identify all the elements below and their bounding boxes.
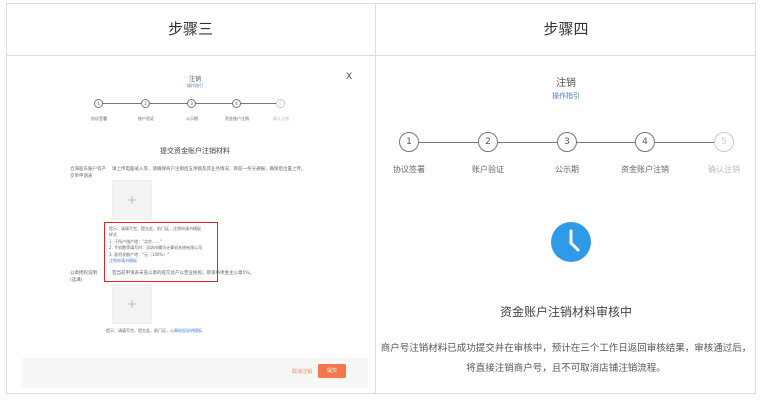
field2-tip-text: 提示：请填写完，提交此，前门证， xyxy=(106,328,170,333)
step-circle-4: 4 xyxy=(232,99,241,108)
guide-link[interactable]: 操作指引 xyxy=(22,83,368,89)
step-label-1: 协议签署 xyxy=(393,165,425,174)
hint-line-1: 提示：请填写完，提交此，前门证，注销申请书模板 xyxy=(109,226,201,231)
step-label-3: 公示期 xyxy=(555,165,579,174)
step-label-4: 资金账户注销 xyxy=(621,165,669,174)
step-circle-2: 2 xyxy=(141,99,150,108)
column-header-step4: 步骤四 xyxy=(543,20,589,38)
step-circle-1: 1 xyxy=(399,132,419,152)
step3-screenshot: 注销 操作指引 X 1 2 3 4 5 协议签署 账户验证 公示期 资金账户注销… xyxy=(22,62,368,388)
field2-label-line2: (选填) xyxy=(70,278,83,283)
step4-screenshot: 注销 操作指引 1 2 3 4 5 协议签署 账户验证 公示期 资金账户注销 确… xyxy=(376,56,756,393)
section-title: 提交资金账户注销材料 xyxy=(160,147,230,155)
step-label-4: 资金账户注销 xyxy=(225,116,249,121)
step-label-2: 账户验证 xyxy=(138,116,154,121)
step-label-2: 账户验证 xyxy=(472,165,504,174)
field2-description: 若当前申请表未盖公章的提交此产以营业执照，即请事项金主公章5%。 xyxy=(112,271,255,276)
step-label-1: 协议签署 xyxy=(91,116,107,121)
step-circle-1: 1 xyxy=(94,99,103,108)
step-circle-5: 5 xyxy=(714,132,734,152)
guide-link[interactable]: 操作指引 xyxy=(376,91,756,101)
status-description-line1: 商户号注销材料已成功提交并在审核中，预计在三个工作日返回审核结果，审核通过后， xyxy=(380,343,752,354)
step-label-5: 确认注销 xyxy=(708,165,740,174)
close-icon[interactable]: X xyxy=(346,72,352,82)
step-label-3: 公示期 xyxy=(186,116,198,121)
field1-label-line2: 交单申请表 xyxy=(70,174,93,179)
upload-box-2[interactable]: + xyxy=(112,284,152,324)
auth-template-link[interactable]: 公章授权说明模板 xyxy=(170,328,202,333)
dialog-title: 注销 xyxy=(188,76,201,83)
status-title: 资金账户注销材料审核中 xyxy=(499,305,632,319)
dialog-footer: 取消注销 提交 xyxy=(22,358,368,388)
field2-label-line1: 公章授权说明 xyxy=(70,271,97,276)
step-circle-2: 2 xyxy=(478,132,498,152)
step-circle-4: 4 xyxy=(635,132,655,152)
upload-box-1[interactable]: + xyxy=(112,180,152,220)
field1-label-line1: 仓海股东账户资产 xyxy=(70,167,106,172)
step-circle-3: 3 xyxy=(187,99,196,108)
dialog-title: 注销 xyxy=(556,78,576,89)
clock-icon xyxy=(551,222,591,262)
field2-tip: 提示：请填写完，提交此，前门证，公章授权说明模板 xyxy=(106,328,202,334)
template-link[interactable]: 注销申请书模板 xyxy=(109,258,213,264)
submit-button[interactable]: 提交 xyxy=(318,364,346,378)
status-description-line2: 将直接注销商户号，且不可取消店铺注销流程。 xyxy=(466,363,666,374)
cancel-deregistration-button[interactable]: 取消注销 xyxy=(292,368,312,375)
field1-description: 请上传电脑录入等，请确保商户注销后五余额及其业务情况、目前一条分通报，确保后位置… xyxy=(112,167,306,172)
hint-line-4: 2. 手机数等填写时：深圳市腾讯计算机系统有限公司 xyxy=(109,245,203,251)
step-circle-3: 3 xyxy=(557,132,577,152)
column-header-step3: 步骤三 xyxy=(167,20,213,38)
step-circle-5: 5 xyxy=(276,99,285,108)
step-label-5: 确认注销 xyxy=(273,116,289,121)
